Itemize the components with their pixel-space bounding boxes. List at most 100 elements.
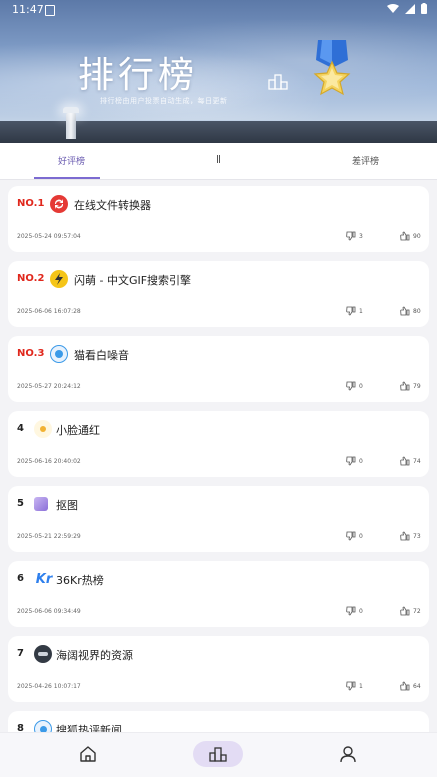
dot-icon: [34, 420, 52, 438]
like-button[interactable]: 74: [400, 456, 421, 466]
thumbs-up-icon: [400, 231, 410, 241]
nav-home[interactable]: [76, 742, 100, 766]
rank-label: 7: [17, 648, 24, 659]
item-date: 2025-04-26 10:07:17: [17, 683, 81, 690]
sim-icon: [45, 5, 55, 16]
like-count: 64: [413, 682, 421, 690]
thumbs-up-icon: [400, 681, 410, 691]
thumbs-down-icon: [346, 606, 356, 616]
item-title: 猫看白噪音: [74, 349, 129, 362]
thumbs-down-icon: [346, 456, 356, 466]
cutout-icon: [34, 497, 48, 511]
item-title: 闪萌 - 中文GIF搜索引擎: [74, 274, 192, 287]
pause-icon: [217, 155, 221, 164]
circle-icon: [50, 345, 68, 363]
dislike-count: 0: [359, 457, 363, 465]
tab-bad-reviews[interactable]: 差评榜: [352, 154, 379, 167]
podium-icon: [209, 747, 227, 762]
bottom-navigation: [0, 732, 437, 777]
like-count: 90: [413, 232, 421, 240]
dislike-button[interactable]: 0: [346, 456, 363, 466]
item-date: 2025-05-24 09:57:04: [17, 233, 81, 240]
dislike-button[interactable]: 1: [346, 306, 363, 316]
list-item[interactable]: 4 小脸通红 2025-06-16 20:40:02 0 74: [8, 411, 429, 477]
battery-icon: [421, 3, 427, 14]
item-date: 2025-05-21 22:59:29: [17, 533, 81, 540]
halo-icon: [34, 645, 52, 663]
rank-label: 4: [17, 423, 24, 434]
circle-icon: [34, 720, 52, 732]
medal-star-icon: [313, 40, 351, 96]
like-count: 74: [413, 457, 421, 465]
like-count: 72: [413, 607, 421, 615]
nav-ranking[interactable]: [206, 742, 230, 766]
status-icons: [387, 3, 427, 14]
dislike-button[interactable]: 0: [346, 606, 363, 616]
page-subtitle: 排行榜由用户投票自动生成，每日更新: [100, 97, 228, 105]
status-time: 11:47: [12, 3, 44, 16]
list-item[interactable]: 5 抠图 2025-05-21 22:59:29 0 73: [8, 486, 429, 552]
dislike-button[interactable]: 0: [346, 381, 363, 391]
thumbs-down-icon: [346, 306, 356, 316]
like-button[interactable]: 72: [400, 606, 421, 616]
rank-label: NO.2: [17, 273, 45, 284]
like-button[interactable]: 79: [400, 381, 421, 391]
like-button[interactable]: 73: [400, 531, 421, 541]
dislike-button[interactable]: 1: [346, 681, 363, 691]
rank-label: 8: [17, 723, 24, 732]
tab-indicator: [34, 177, 100, 179]
dislike-button[interactable]: 3: [346, 231, 363, 241]
item-date: 2025-06-06 16:07:28: [17, 308, 81, 315]
thumbs-down-icon: [346, 231, 356, 241]
like-count: 80: [413, 307, 421, 315]
dislike-count: 3: [359, 232, 363, 240]
dislike-button[interactable]: 0: [346, 531, 363, 541]
list-item[interactable]: 6 Kr 36Kr热榜 2025-06-06 09:34:49 0 72: [8, 561, 429, 627]
thumbs-up-icon: [400, 306, 410, 316]
list-item[interactable]: NO.3 猫看白噪音 2025-05-27 20:24:12 0 79: [8, 336, 429, 402]
list-item[interactable]: 7 海阔视界的资源 2025-04-26 10:07:17 1 64: [8, 636, 429, 702]
tab-good-reviews[interactable]: 好评榜: [58, 154, 85, 167]
rank-label: NO.1: [17, 198, 45, 209]
status-bar: 11:47: [0, 0, 437, 20]
like-button[interactable]: 64: [400, 681, 421, 691]
list-item[interactable]: NO.2 闪萌 - 中文GIF搜索引擎 2025-06-06 16:07:28 …: [8, 261, 429, 327]
thumbs-up-icon: [400, 456, 410, 466]
hero-banner: 11:47 排行榜 排行榜由用户投票自动生成，每日更新: [0, 0, 437, 143]
dislike-count: 0: [359, 382, 363, 390]
lightning-icon: [50, 270, 68, 288]
lighthouse-illustration: [63, 107, 79, 139]
page-title: 排行榜: [78, 55, 199, 96]
rank-label: 6: [17, 573, 24, 584]
item-date: 2025-06-16 20:40:02: [17, 458, 81, 465]
item-title: 搜狐热评新闻: [56, 724, 122, 732]
rank-label: NO.3: [17, 348, 45, 359]
home-icon: [80, 746, 96, 762]
thumbs-down-icon: [346, 681, 356, 691]
thumbs-up-icon: [400, 381, 410, 391]
item-title: 抠图: [56, 499, 78, 512]
item-title: 在线文件转换器: [74, 199, 151, 212]
thumbs-down-icon: [346, 381, 356, 391]
item-date: 2025-05-27 20:24:12: [17, 383, 81, 390]
podium-icon: [268, 74, 288, 90]
wifi-icon: [387, 3, 399, 13]
thumbs-down-icon: [346, 531, 356, 541]
thumbs-up-icon: [400, 531, 410, 541]
nav-profile[interactable]: [336, 742, 360, 766]
item-title: 小脸通红: [56, 424, 100, 437]
dislike-count: 1: [359, 307, 363, 315]
item-title: 36Kr热榜: [56, 574, 104, 587]
ranking-tabs: 好评榜 差评榜: [0, 143, 437, 180]
like-button[interactable]: 80: [400, 306, 421, 316]
list-item[interactable]: NO.1 在线文件转换器 2025-05-24 09:57:04 3 90: [8, 186, 429, 252]
thumbs-up-icon: [400, 606, 410, 616]
like-count: 79: [413, 382, 421, 390]
dislike-count: 0: [359, 532, 363, 540]
like-button[interactable]: 90: [400, 231, 421, 241]
rank-label: 5: [17, 498, 24, 509]
list-item[interactable]: 8 搜狐热评新闻: [8, 711, 429, 732]
item-title: 海阔视界的资源: [56, 649, 133, 662]
like-count: 73: [413, 532, 421, 540]
kr-icon: Kr: [35, 571, 53, 587]
